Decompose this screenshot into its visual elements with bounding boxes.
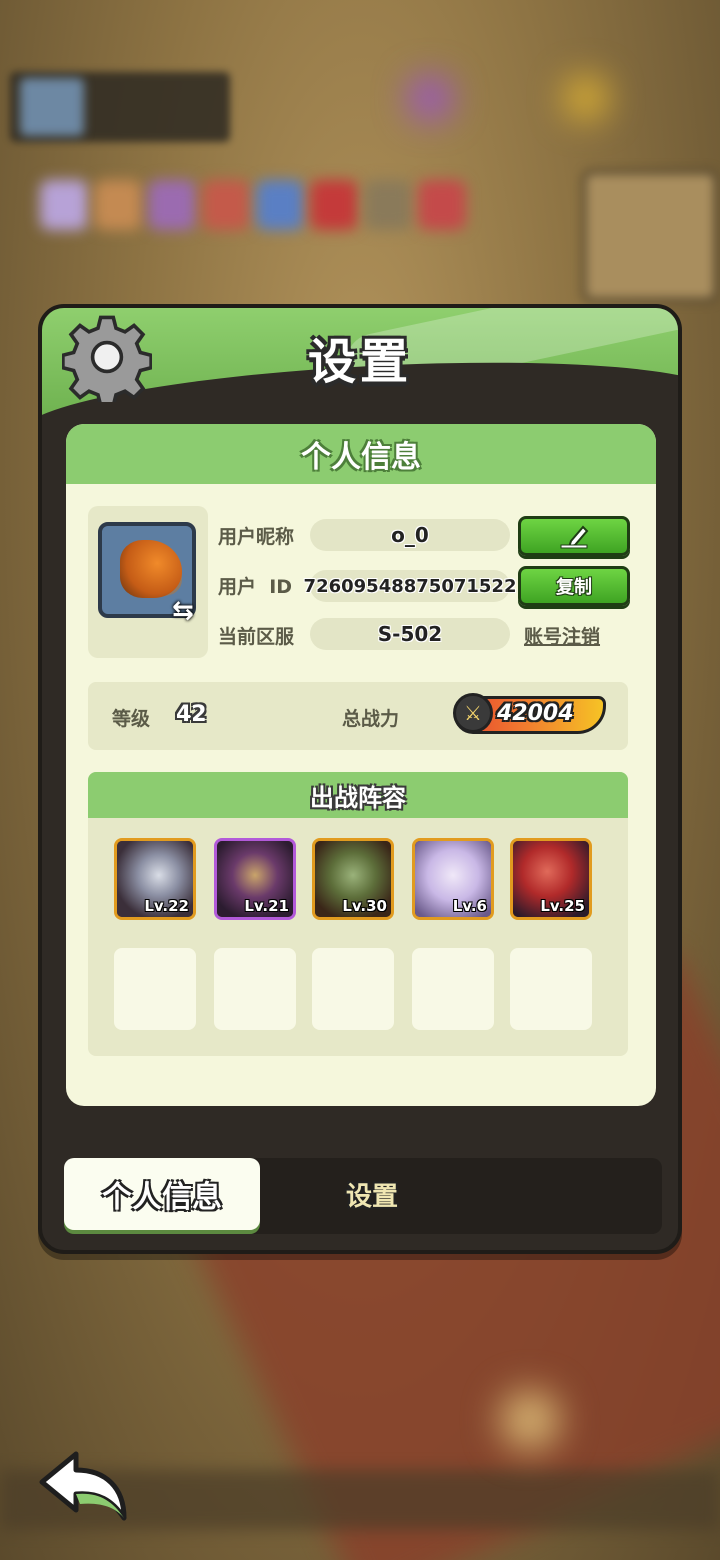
profile-section-title: 个人信息 — [66, 424, 656, 484]
tab-profile[interactable]: 个人信息 — [64, 1158, 260, 1230]
nickname-value: o_0 — [310, 519, 510, 551]
hero-slot-4[interactable]: Lv.6 — [412, 838, 494, 920]
hero-slot-3[interactable]: Lv.30 — [312, 838, 394, 920]
level-value: 42 — [176, 702, 207, 727]
hero-level: Lv.25 — [540, 897, 585, 915]
pencil-icon — [560, 525, 589, 549]
empty-hero-slot[interactable] — [412, 948, 494, 1030]
server-label: 当前区服 — [218, 626, 295, 648]
nickname-label: 用户昵称 — [218, 526, 295, 548]
user-id-value: 72609548875071522 — [304, 570, 516, 602]
settings-panel: 设置 个人信息 ⇆ 用户昵称 o_0 用户 ID 726095488750715… — [38, 304, 682, 1254]
power-badge: ⚔ 42004 — [453, 693, 606, 734]
battle-lineup: 出战阵容 Lv.22 Lv.21 Lv.30 Lv.6 Lv.25 — [88, 772, 628, 1056]
edit-nickname-button[interactable] — [518, 516, 630, 556]
crossed-swords-icon: ⚔ — [453, 693, 493, 733]
hero-level: Lv.6 — [452, 897, 487, 915]
lineup-title: 出战阵容 — [88, 772, 628, 818]
back-arrow-icon[interactable] — [36, 1448, 132, 1524]
hero-level: Lv.30 — [342, 897, 387, 915]
power-label: 总战力 — [342, 708, 400, 730]
hero-slot-1[interactable]: Lv.22 — [114, 838, 196, 920]
profile-card: 个人信息 ⇆ 用户昵称 o_0 用户 ID 72609548875071522 … — [66, 424, 656, 1106]
power-value: 42004 — [497, 701, 574, 726]
hero-level: Lv.21 — [244, 897, 289, 915]
swap-icon[interactable]: ⇆ — [172, 596, 202, 626]
panel-title: 设置 — [307, 334, 412, 390]
hero-level: Lv.22 — [144, 897, 189, 915]
user-id-label: 用户 ID — [218, 576, 293, 598]
empty-hero-slot[interactable] — [114, 948, 196, 1030]
panel-header: 设置 — [42, 308, 678, 418]
level-label: 等级 — [112, 708, 151, 730]
cancel-account-link[interactable]: 账号注销 — [524, 622, 600, 649]
empty-hero-slot[interactable] — [312, 948, 394, 1030]
empty-hero-slot[interactable] — [214, 948, 296, 1030]
stats-bar: 等级 42 总战力 ⚔ 42004 — [88, 682, 628, 750]
empty-hero-slot[interactable] — [510, 948, 592, 1030]
tab-bar: 个人信息 设置 — [64, 1158, 662, 1234]
hero-slot-2[interactable]: Lv.21 — [214, 838, 296, 920]
tab-settings[interactable]: 设置 — [274, 1158, 470, 1230]
avatar-container: ⇆ — [88, 506, 208, 658]
copy-id-button[interactable]: 复制 — [518, 566, 630, 606]
hero-slot-5[interactable]: Lv.25 — [510, 838, 592, 920]
server-value: S-502 — [310, 618, 510, 650]
